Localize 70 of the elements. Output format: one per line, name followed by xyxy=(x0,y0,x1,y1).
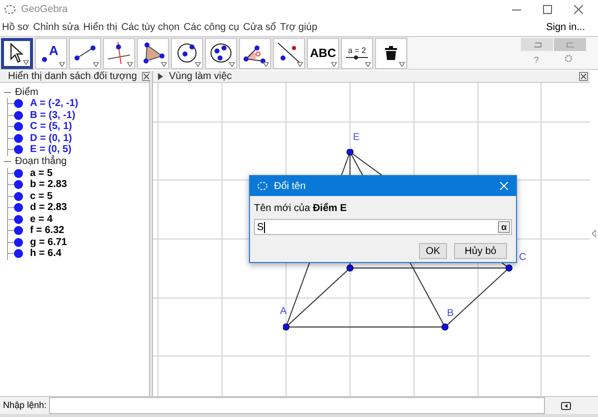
ellipse-icon xyxy=(209,42,233,64)
point-label: B xyxy=(447,309,454,319)
close-icon[interactable] xyxy=(142,72,151,81)
expand-icon[interactable] xyxy=(158,73,163,80)
close-icon[interactable] xyxy=(579,72,588,81)
input-bar-label: Nhập lệnh: xyxy=(3,398,47,412)
panel-title: Hiển thị danh sách đối tượng xyxy=(8,70,137,84)
dropdown-caret-icon xyxy=(59,62,65,66)
name-input-field[interactable]: S α xyxy=(254,219,512,235)
dropdown-caret-icon xyxy=(195,62,201,66)
expand-sidebar-icon[interactable] xyxy=(592,230,596,237)
slider-tool-label: a = 2 xyxy=(348,46,366,55)
point-label: E xyxy=(353,133,360,143)
tool-button[interactable]: a = 2 xyxy=(341,38,373,68)
dropdown-caret-icon xyxy=(263,62,269,66)
undo-icon xyxy=(532,42,542,48)
symbol-button[interactable]: α xyxy=(498,221,510,233)
menu-item[interactable]: Hồ sơ xyxy=(0,20,32,34)
menu-item[interactable]: Các tùy chọn xyxy=(119,20,182,34)
collapse-icon[interactable] xyxy=(4,158,11,165)
point-label: A xyxy=(280,307,287,317)
keyboard-toggle-button[interactable] xyxy=(558,400,573,410)
maximize-icon[interactable] xyxy=(543,4,552,14)
app-logo-icon xyxy=(4,4,16,14)
redo-button[interactable] xyxy=(554,38,586,52)
menu-item[interactable]: Chỉnh sửa xyxy=(31,20,82,34)
tool-button[interactable] xyxy=(1,38,33,68)
tool-button[interactable]: ABC xyxy=(307,38,339,68)
reflect-icon xyxy=(277,41,301,65)
panel-title: Vùng làm việc xyxy=(169,70,232,84)
window-title: GeoGebra xyxy=(21,2,68,16)
circle-icon xyxy=(176,42,198,64)
cursor-icon xyxy=(10,43,24,63)
settings-icon[interactable] xyxy=(564,54,574,64)
menu-item[interactable]: Hiển thị xyxy=(81,20,120,34)
rename-prompt: Tên mới của Điểm E xyxy=(254,202,348,216)
dropdown-caret-icon xyxy=(399,62,405,66)
dropdown-caret-icon xyxy=(297,62,303,66)
close-icon[interactable] xyxy=(574,4,583,14)
dropdown-caret-icon xyxy=(93,62,99,66)
tool-button[interactable]: A xyxy=(35,38,67,68)
point-label: C xyxy=(519,253,526,263)
cancel-button[interactable]: Hủy bỏ xyxy=(454,243,507,259)
sign-in-link[interactable]: Sign in... xyxy=(546,20,585,34)
polygon-icon xyxy=(141,42,165,64)
input-value: S xyxy=(257,220,264,234)
text-tool-label: ABC xyxy=(310,45,336,62)
point-icon xyxy=(41,56,48,63)
redo-icon xyxy=(566,42,574,48)
app-logo-icon xyxy=(257,181,268,191)
command-input-field[interactable] xyxy=(48,397,545,414)
dropdown-caret-icon xyxy=(331,62,337,66)
menu-item[interactable]: Trợ giúp xyxy=(278,20,320,34)
ok-button[interactable]: OK xyxy=(419,243,447,259)
dropdown-caret-icon xyxy=(127,62,133,66)
dropdown-caret-icon xyxy=(365,62,371,66)
dropdown-caret-icon xyxy=(161,62,167,66)
undo-button[interactable] xyxy=(521,38,553,52)
menu-item[interactable]: Cửa sổ xyxy=(241,20,278,34)
trash-icon xyxy=(385,46,397,60)
group-label: Điểm xyxy=(15,86,38,99)
point-label: A xyxy=(49,42,58,60)
dialog-title: Đổi tên xyxy=(274,180,306,194)
menu-item[interactable]: Các công cụ xyxy=(182,20,242,34)
dropdown-caret-icon xyxy=(23,60,29,64)
slider-icon xyxy=(346,55,368,60)
collapse-left-icon xyxy=(560,402,571,410)
perpendicular-line-icon xyxy=(107,41,131,65)
segment-icon xyxy=(74,45,96,61)
dropdown-caret-icon xyxy=(229,62,235,66)
